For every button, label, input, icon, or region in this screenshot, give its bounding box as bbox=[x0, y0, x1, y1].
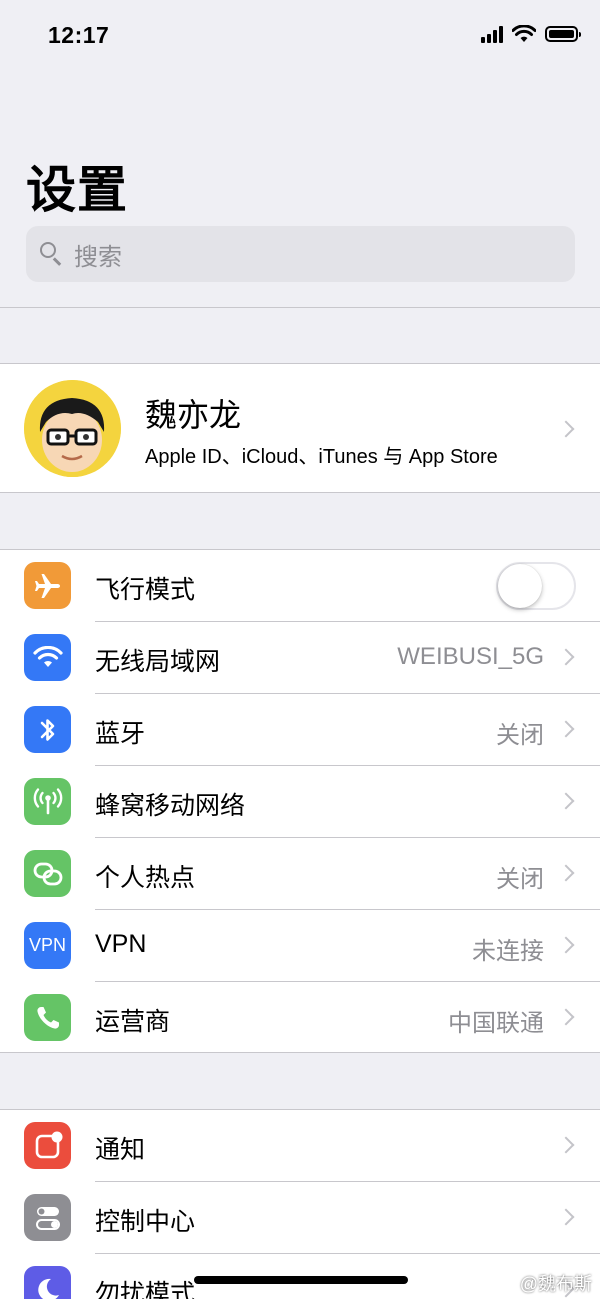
bluetooth-icon bbox=[24, 706, 71, 753]
avatar bbox=[24, 380, 121, 477]
cellular-icon bbox=[24, 778, 71, 825]
notifications-icon bbox=[24, 1122, 71, 1169]
row-label: 勿扰模式 bbox=[95, 1280, 196, 1299]
airplane-mode-toggle[interactable] bbox=[496, 562, 576, 610]
row-label: 个人热点 bbox=[95, 864, 196, 892]
row-hotspot[interactable]: 个人热点 关闭 bbox=[0, 838, 600, 910]
status-bar: 12:17 bbox=[0, 0, 600, 70]
chevron-right-icon bbox=[557, 720, 575, 738]
moon-icon bbox=[24, 1266, 71, 1299]
chevron-right-icon bbox=[557, 864, 575, 882]
page-title: 设置 bbox=[26, 162, 128, 218]
search-icon bbox=[38, 240, 66, 268]
profile-subtitle: Apple ID、iCloud、iTunes 与 App Store bbox=[145, 446, 498, 468]
row-value: 关闭 bbox=[496, 866, 544, 893]
airplane-icon bbox=[24, 562, 71, 609]
watermark: @魏布斯 bbox=[519, 1274, 592, 1294]
search-placeholder: 搜索 bbox=[74, 243, 122, 271]
chevron-right-icon bbox=[557, 648, 575, 666]
wifi-icon bbox=[24, 634, 71, 681]
status-icons bbox=[481, 25, 581, 43]
row-notifications[interactable]: 通知 bbox=[0, 1110, 600, 1182]
row-label: 通知 bbox=[95, 1136, 146, 1164]
home-indicator[interactable] bbox=[194, 1276, 408, 1284]
row-vpn[interactable]: VPN VPN 未连接 bbox=[0, 910, 600, 982]
chevron-right-icon bbox=[557, 1208, 575, 1226]
cellular-signal-icon bbox=[481, 25, 503, 43]
row-label: 蜂窝移动网络 bbox=[95, 792, 246, 820]
header-divider bbox=[0, 307, 600, 308]
row-carrier[interactable]: 运营商 中国联通 bbox=[0, 982, 600, 1054]
row-label: 无线局域网 bbox=[95, 648, 221, 676]
hotspot-icon bbox=[24, 850, 71, 897]
row-airplane-mode: 飞行模式 bbox=[0, 550, 600, 622]
control-center-icon bbox=[24, 1194, 71, 1241]
row-value: 未连接 bbox=[472, 938, 544, 965]
search-input[interactable]: 搜索 bbox=[26, 226, 575, 282]
row-label: 控制中心 bbox=[95, 1208, 196, 1236]
chevron-right-icon bbox=[557, 1008, 575, 1026]
battery-icon bbox=[545, 26, 581, 42]
row-label: 蓝牙 bbox=[95, 720, 146, 748]
row-label: VPN bbox=[95, 930, 147, 958]
status-time: 12:17 bbox=[48, 22, 110, 48]
chevron-right-icon bbox=[557, 1136, 575, 1154]
chevron-right-icon bbox=[557, 420, 575, 438]
row-bluetooth[interactable]: 蓝牙 关闭 bbox=[0, 694, 600, 766]
row-control-center[interactable]: 控制中心 bbox=[0, 1182, 600, 1254]
row-wifi[interactable]: 无线局域网 WEIBUSI_5G bbox=[0, 622, 600, 694]
row-value: 中国联通 bbox=[448, 1010, 544, 1037]
row-label: 运营商 bbox=[95, 1008, 171, 1036]
row-value: 关闭 bbox=[496, 722, 544, 749]
row-value: WEIBUSI_5G bbox=[397, 643, 544, 670]
apple-id-row[interactable]: 魏亦龙 Apple ID、iCloud、iTunes 与 App Store bbox=[0, 363, 600, 493]
row-cellular[interactable]: 蜂窝移动网络 bbox=[0, 766, 600, 838]
phone-icon bbox=[24, 994, 71, 1041]
profile-name: 魏亦龙 bbox=[145, 397, 242, 433]
network-settings-group: 飞行模式 无线局域网 WEIBUSI_5G 蓝牙 关闭 蜂窝移动网络 个人热点 … bbox=[0, 549, 600, 1053]
chevron-right-icon bbox=[557, 936, 575, 954]
vpn-icon: VPN bbox=[24, 922, 71, 969]
system-settings-group: 通知 控制中心 勿扰模式 bbox=[0, 1109, 600, 1299]
chevron-right-icon bbox=[557, 792, 575, 810]
row-label: 飞行模式 bbox=[95, 576, 196, 604]
wifi-status-icon bbox=[512, 25, 536, 42]
vpn-icon-text: VPN bbox=[28, 935, 66, 955]
